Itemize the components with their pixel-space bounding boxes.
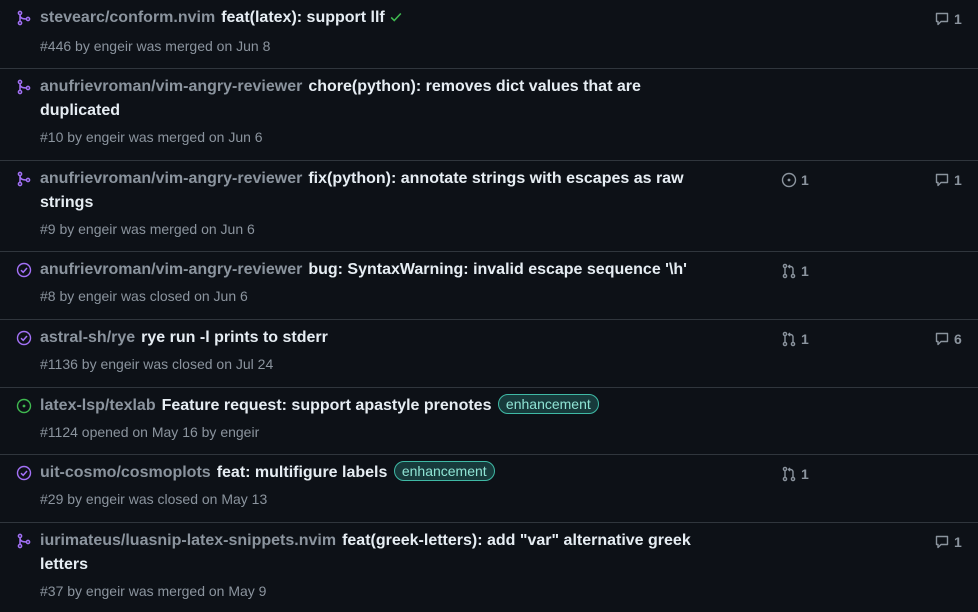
linked-prs-count[interactable]: 1	[781, 466, 809, 482]
comment-icon	[934, 534, 950, 550]
item-title[interactable]: feat(latex): support llf	[221, 9, 385, 26]
pr-merged-icon	[16, 79, 32, 95]
item-main: anufrievroman/vim-angry-reviewer bug: Syn…	[40, 258, 705, 306]
item-meta: #10 by engeir was merged on Jun 6	[40, 129, 263, 145]
comments-count[interactable]: 1	[934, 534, 962, 550]
pull-request-icon	[781, 263, 797, 279]
item-title[interactable]: feat: multifigure labels	[217, 464, 388, 481]
issue-open-icon	[16, 398, 32, 414]
item-main: uit-cosmo/cosmoplots feat: multifigure la…	[40, 461, 705, 509]
pull-request-icon	[781, 331, 797, 347]
comment-icon	[934, 331, 950, 347]
list-item[interactable]: anufrievroman/vim-angry-reviewer chore(py…	[0, 68, 978, 160]
issue-closed-icon	[16, 262, 32, 278]
item-meta: #37 by engeir was merged on May 9	[40, 583, 267, 599]
comment-icon	[934, 11, 950, 27]
item-meta: #1136 by engeir was closed on Jul 24	[40, 356, 274, 372]
list-item[interactable]: astral-sh/rye rye run -l prints to stderr…	[0, 319, 978, 387]
list-item[interactable]: anufrievroman/vim-angry-reviewer bug: Syn…	[0, 251, 978, 319]
item-meta: #9 by engeir was merged on Jun 6	[40, 221, 255, 237]
item-main: astral-sh/rye rye run -l prints to stderr…	[40, 326, 705, 374]
issue-open-icon	[781, 172, 797, 188]
list-item[interactable]: iurimateus/luasnip-latex-snippets.nvim fe…	[0, 522, 978, 612]
repo-link[interactable]: iurimateus/luasnip-latex-snippets.nvim	[40, 532, 336, 549]
pull-request-icon	[781, 466, 797, 482]
linked-prs-count[interactable]: 1	[781, 263, 809, 279]
repo-link[interactable]: astral-sh/rye	[40, 329, 135, 346]
item-main: anufrievroman/vim-angry-reviewer fix(pyth…	[40, 167, 705, 239]
list-item[interactable]: stevearc/conform.nvim feat(latex): suppor…	[0, 0, 978, 68]
repo-link[interactable]: stevearc/conform.nvim	[40, 9, 215, 26]
item-meta: #446 by engeir was merged on Jun 8	[40, 38, 271, 54]
list-item[interactable]: uit-cosmo/cosmoplots feat: multifigure la…	[0, 454, 978, 522]
comments-count[interactable]: 1	[934, 172, 962, 188]
repo-link[interactable]: latex-lsp/texlab	[40, 397, 156, 414]
item-main: stevearc/conform.nvim feat(latex): suppor…	[40, 6, 705, 56]
item-main: anufrievroman/vim-angry-reviewer chore(py…	[40, 75, 705, 147]
list-item[interactable]: latex-lsp/texlab Feature request: support…	[0, 387, 978, 454]
enhancement-label[interactable]: enhancement	[393, 461, 495, 481]
issue-closed-icon	[16, 465, 32, 481]
item-title[interactable]: rye run -l prints to stderr	[141, 329, 328, 346]
activity-list: stevearc/conform.nvim feat(latex): suppor…	[0, 0, 978, 612]
repo-link[interactable]: anufrievroman/vim-angry-reviewer	[40, 170, 302, 187]
check-icon[interactable]	[389, 8, 403, 32]
repo-link[interactable]: uit-cosmo/cosmoplots	[40, 464, 211, 481]
item-meta: #29 by engeir was closed on May 13	[40, 491, 268, 507]
item-title[interactable]: bug: SyntaxWarning: invalid escape seque…	[308, 261, 687, 278]
issue-closed-icon	[16, 330, 32, 346]
repo-link[interactable]: anufrievroman/vim-angry-reviewer	[40, 261, 302, 278]
comment-icon	[934, 172, 950, 188]
item-main: iurimateus/luasnip-latex-snippets.nvim fe…	[40, 529, 705, 601]
pr-merged-icon	[16, 171, 32, 187]
linked-prs-count[interactable]: 1	[781, 331, 809, 347]
list-item[interactable]: anufrievroman/vim-angry-reviewer fix(pyth…	[0, 160, 978, 251]
item-meta: #8 by engeir was closed on Jun 6	[40, 288, 248, 304]
pr-merged-icon	[16, 10, 32, 26]
repo-link[interactable]: anufrievroman/vim-angry-reviewer	[40, 78, 302, 95]
item-main: latex-lsp/texlab Feature request: support…	[40, 394, 705, 442]
linked-issues-count[interactable]: 1	[781, 172, 809, 188]
enhancement-label[interactable]: enhancement	[497, 394, 599, 414]
comments-count[interactable]: 1	[934, 11, 962, 27]
pr-merged-icon	[16, 533, 32, 549]
item-meta: #1124 opened on May 16 by engeir	[40, 424, 260, 440]
item-title[interactable]: Feature request: support apastyle prenot…	[162, 397, 492, 414]
comments-count[interactable]: 6	[934, 331, 962, 347]
